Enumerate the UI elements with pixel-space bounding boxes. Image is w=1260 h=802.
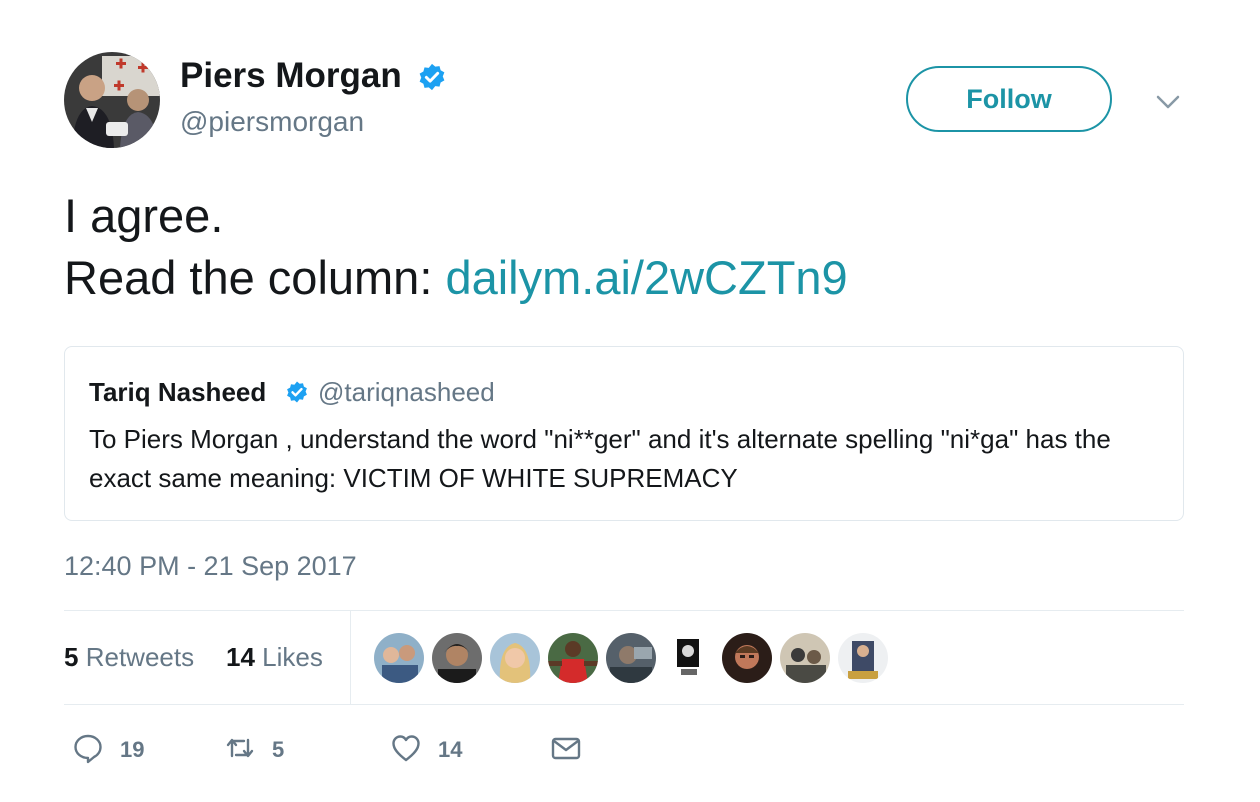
reply-button[interactable]: 19 (72, 734, 144, 766)
liker-avatar[interactable] (548, 633, 598, 683)
liker-avatar[interactable] (780, 633, 830, 683)
tweet-text-prefix: Read the column: (64, 251, 446, 304)
tweet-text-line-1: I agree. (64, 189, 224, 242)
retweets-count: 5 (64, 642, 79, 672)
tweet-text-line-2: Read the column: dailym.ai/2wCZTn9 (64, 250, 848, 306)
tweet-link[interactable]: dailym.ai/2wCZTn9 (445, 251, 847, 304)
liker-avatar[interactable] (838, 633, 888, 683)
likes-label: Likes (262, 642, 323, 672)
author-handle[interactable]: @piersmorgan (180, 106, 364, 138)
like-button[interactable]: 14 (390, 734, 462, 766)
quoted-author-name[interactable]: Tariq Nasheed (89, 377, 266, 408)
liker-avatar[interactable] (669, 633, 709, 683)
divider (64, 704, 1184, 705)
liker-avatar[interactable] (606, 633, 656, 683)
retweets-label: Retweets (85, 642, 195, 672)
divider (64, 610, 1184, 611)
quoted-tweet-text: To Piers Morgan , understand the word "n… (89, 424, 1111, 493)
mail-icon (550, 732, 582, 769)
direct-message-button[interactable] (550, 734, 582, 766)
liker-avatar[interactable] (374, 633, 424, 683)
quoted-author-handle[interactable]: @tariqnasheed (318, 377, 495, 408)
retweet-icon (224, 732, 256, 769)
retweet-count: 5 (272, 737, 285, 762)
likes-stat[interactable]: 14 Likes (226, 642, 323, 673)
retweet-button[interactable]: 5 (224, 734, 284, 766)
likes-count: 14 (226, 642, 255, 672)
heart-icon (390, 732, 422, 769)
verified-icon (285, 380, 309, 404)
reply-icon (72, 732, 104, 769)
retweets-stat[interactable]: 5 Retweets (64, 642, 194, 673)
author-name[interactable]: Piers Morgan (180, 56, 402, 96)
author-avatar[interactable] (64, 52, 160, 148)
reply-count: 19 (120, 737, 145, 762)
stats-separator (350, 611, 351, 704)
liker-avatar[interactable] (432, 633, 482, 683)
liker-avatar[interactable] (722, 633, 772, 683)
follow-button[interactable]: Follow (906, 66, 1112, 132)
verified-icon (417, 62, 447, 92)
chevron-down-icon[interactable] (1154, 88, 1182, 116)
like-count: 14 (438, 737, 463, 762)
liker-avatar[interactable] (490, 633, 540, 683)
tweet-timestamp[interactable]: 12:40 PM - 21 Sep 2017 (64, 551, 357, 582)
